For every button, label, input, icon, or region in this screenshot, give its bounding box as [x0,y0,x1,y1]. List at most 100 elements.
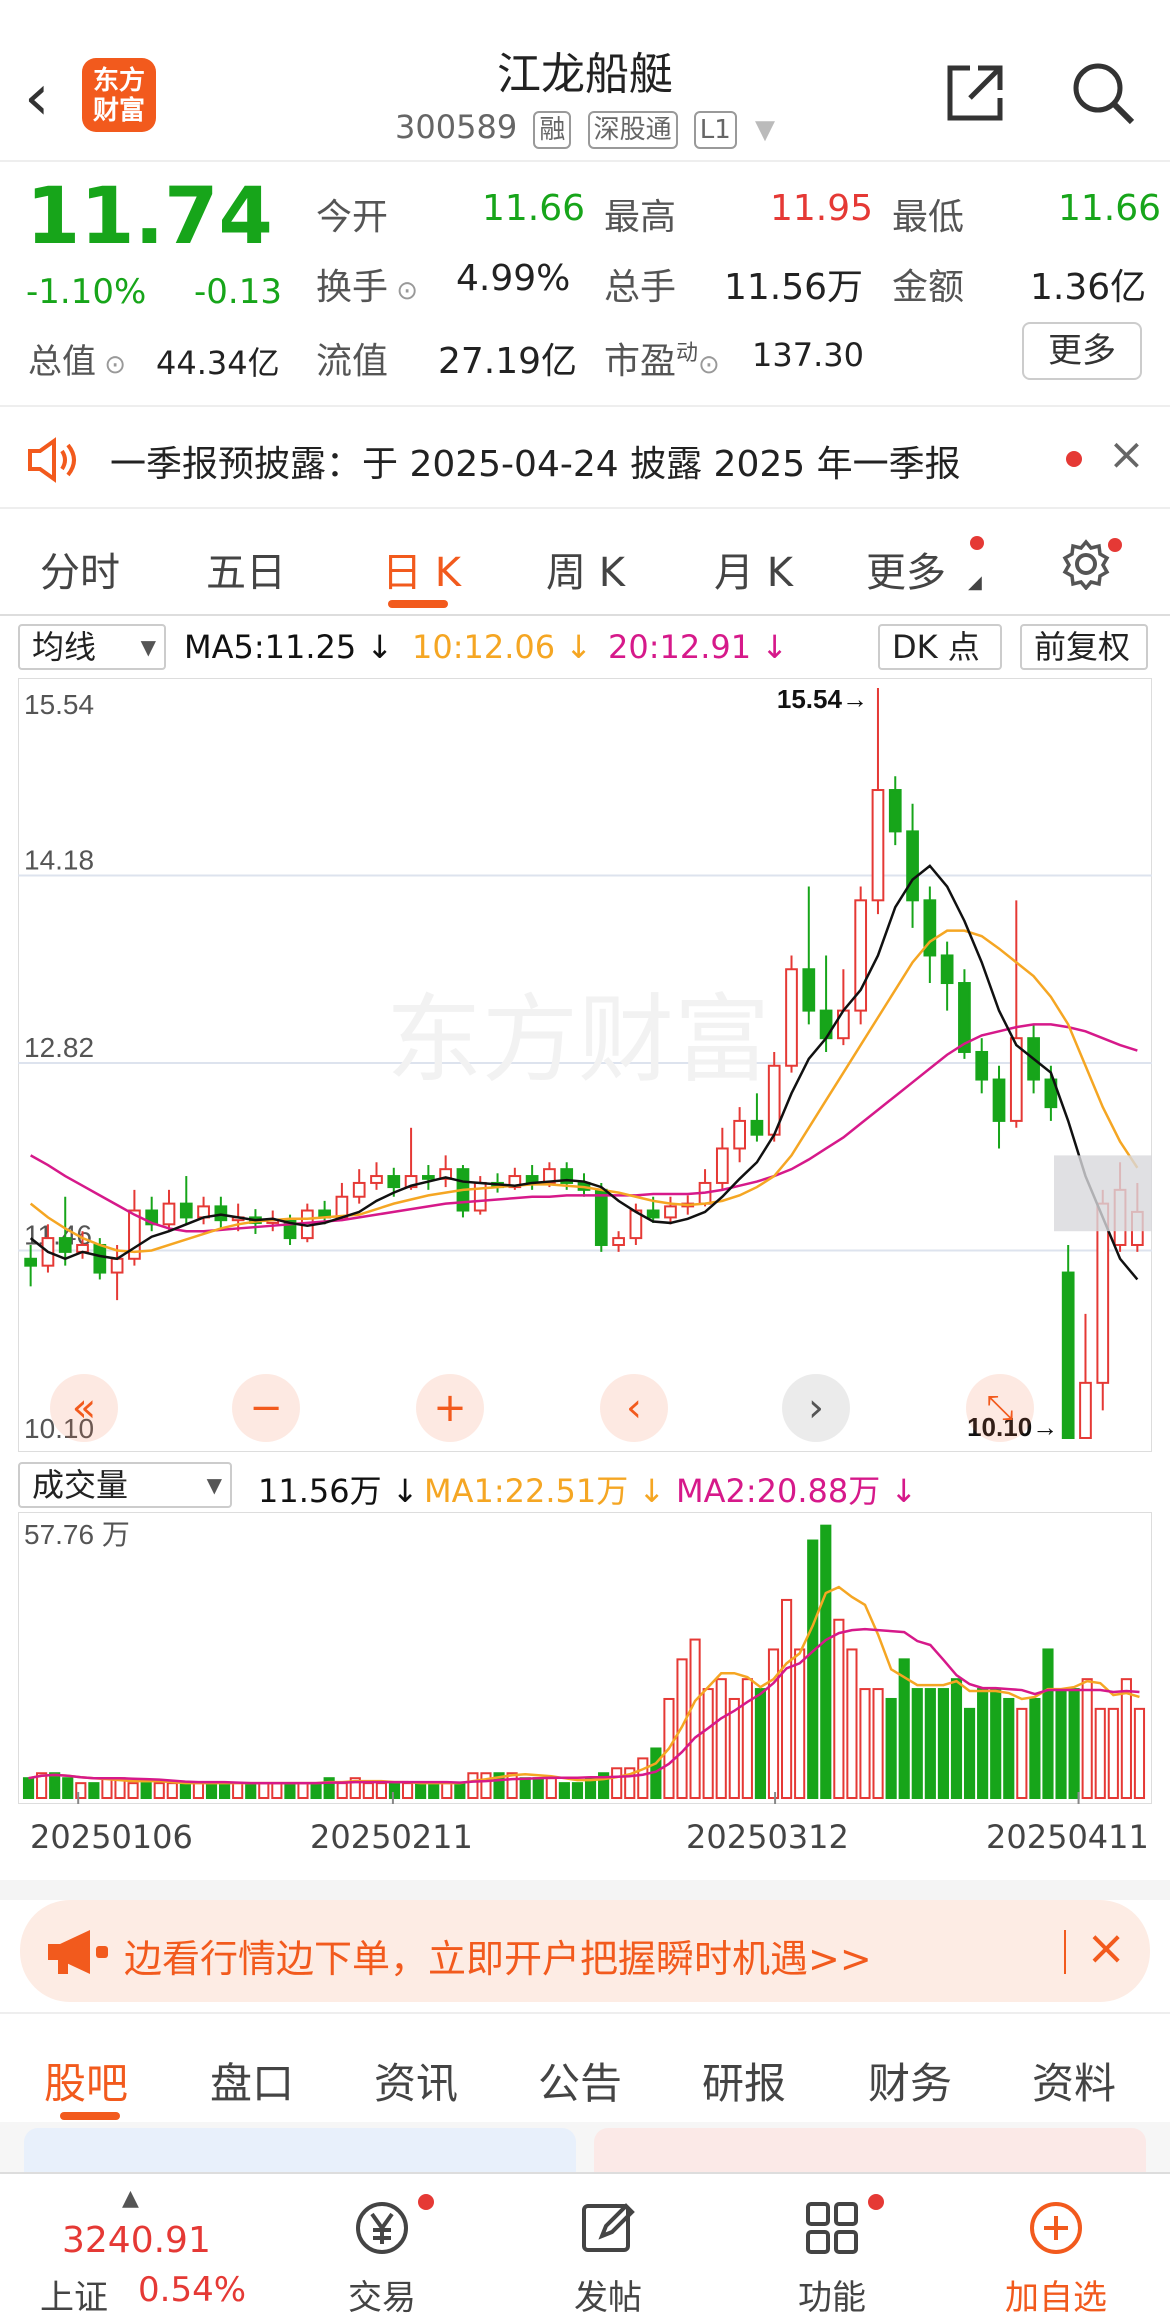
volume-bar-down [990,1688,1002,1799]
share-icon[interactable] [942,60,1008,126]
dk-point-button[interactable]: DK 点 [878,624,1002,670]
candle-down [992,1078,1006,1122]
expand-icon[interactable]: ⤡ [966,1374,1034,1442]
volume-chart-area[interactable]: 57.76 万 [17,1511,1153,1805]
tab-weekly-k[interactable]: 周 K [546,540,625,598]
volume-bar-up [375,1782,387,1799]
candle-up [612,1237,625,1246]
tab-order-book[interactable]: 盘口 [210,2050,294,2111]
price-marker-band [1054,1155,1152,1232]
adjust-button[interactable]: 前复权 [1020,624,1148,670]
card[interactable] [24,2128,576,2172]
zoom-out-button[interactable]: − [232,1374,300,1442]
amount-value: 1.36亿 [1030,267,1147,308]
info-icon[interactable]: ⊙ [698,350,720,380]
stock-code: 300589 [395,108,518,146]
promo-banner[interactable]: 边看行情边下单，立即开户把握瞬时机遇>> × [20,1900,1150,2002]
kline-chart-area[interactable]: 15.54 14.18 12.82 11.46 10.10 东方财富 15.54→ 10.10… [17,677,1153,1453]
candle-down [93,1243,107,1274]
close-icon[interactable]: × [1108,429,1145,480]
content-cards-peek [0,2122,1170,2172]
rewind-button[interactable]: « [50,1374,118,1442]
search-icon[interactable] [1070,60,1136,126]
amount-label: 金额 [892,267,965,308]
vol-ma2-readout: MA2:20.88万 ↓ [676,1472,918,1510]
volume-bar-down [532,1777,544,1800]
nav-label: 发帖 [574,2278,642,2318]
volume-bar-up [689,1638,701,1800]
info-icon[interactable]: ⊙ [96,350,126,380]
volume-bar-up [153,1782,165,1799]
volume-bar-up [1081,1678,1093,1799]
volume-bar-down [284,1782,296,1799]
nav-features[interactable]: 功能 [752,2198,912,2319]
tag-level[interactable]: L1 [693,111,737,149]
volume-bar-down [88,1782,100,1799]
quote-panel: 11.74 -1.10% -0.13 总值 ⊙ 44.34亿 今开 11.66 … [0,162,1170,407]
scroll-right-button[interactable]: › [782,1374,850,1442]
tab-research[interactable]: 研报 [702,2050,786,2111]
tab-financials[interactable]: 财务 [868,2050,952,2111]
close-icon[interactable]: × [1086,1920,1126,1976]
plus-circle-icon [1030,2202,1082,2254]
tab-daily-k[interactable]: 日 K [382,540,461,598]
notice-bar[interactable]: 一季报预披露：于 2025-04-24 披露 2025 年一季报 × [0,409,1170,509]
nav-trade[interactable]: 交易 [302,2198,462,2319]
volume-bar-down [911,1688,923,1799]
nav-add-watchlist[interactable]: 加自选 [976,2198,1136,2319]
volume-bar-up [1094,1707,1106,1799]
candle-up [1079,1381,1092,1440]
divider [1064,1930,1066,1974]
candle-down [214,1205,228,1222]
tab-five-day[interactable]: 五日 [206,540,286,598]
nav-label: 交易 [348,2278,416,2318]
tab-announcements[interactable]: 公告 [538,2050,622,2111]
volume-bar-down [963,1707,976,1799]
more-button[interactable]: 更多 [1022,322,1142,380]
volume-bar-up [127,1782,139,1799]
high-label: 最高 [604,197,677,238]
volume-bar-up [833,1618,845,1800]
volume-bar-up [741,1678,753,1799]
volume-bar-up [1133,1707,1146,1799]
price-axis-label: 14.18 [24,845,94,876]
tab-intraday[interactable]: 分时 [40,540,120,598]
high-value: 11.95 [770,188,874,229]
volume-bar-up [715,1678,727,1799]
volume-bar-up [611,1767,623,1800]
settings-gear-icon[interactable] [1060,538,1112,590]
volume-bar-up [166,1782,178,1799]
yen-circle-icon [356,2202,408,2254]
volume-indicator-select[interactable]: 成交量 ▼ [18,1462,232,1508]
candle-up [1009,1037,1023,1122]
change-value: -0.13 [194,272,282,312]
scroll-left-button[interactable]: ‹ [600,1374,668,1442]
card[interactable] [594,2128,1146,2172]
indicator-select-value: 均线 [32,628,97,666]
caret-up-icon: ▲ [122,2186,139,2211]
tab-more[interactable]: 更多 [866,540,946,598]
volume-label: 总手 [604,267,677,308]
tab-profile[interactable]: 资料 [1032,2050,1116,2111]
volume-bar-down [820,1524,832,1800]
max-price-label: 15.54→ [777,684,868,714]
tab-forum[interactable]: 股吧 [44,2050,128,2111]
volume-bar-down [519,1777,531,1800]
ma20-readout: 20:12.91 ↓ [608,628,789,666]
indicator-select[interactable]: 均线 ▼ [18,624,166,670]
chevron-down-icon[interactable]: ▼ [755,115,775,145]
zoom-in-button[interactable]: + [416,1374,484,1442]
volume-bar-up [702,1688,714,1799]
candle-up [352,1181,366,1198]
chevron-down-icon: ▼ [206,1473,222,1497]
low-value: 11.66 [1058,188,1162,229]
nav-post[interactable]: 发帖 [528,2198,688,2319]
index-widget[interactable]: ▲ 3240.91 上证 0.54% [30,2186,280,2318]
volume-bar-up [297,1782,309,1799]
tab-monthly-k[interactable]: 月 K [714,540,793,598]
candle-down [975,1050,989,1081]
tab-news[interactable]: 资讯 [374,2050,458,2111]
volume-bar-down [937,1688,949,1799]
volume-bar-down [571,1782,584,1799]
info-icon[interactable]: ⊙ [388,276,418,306]
